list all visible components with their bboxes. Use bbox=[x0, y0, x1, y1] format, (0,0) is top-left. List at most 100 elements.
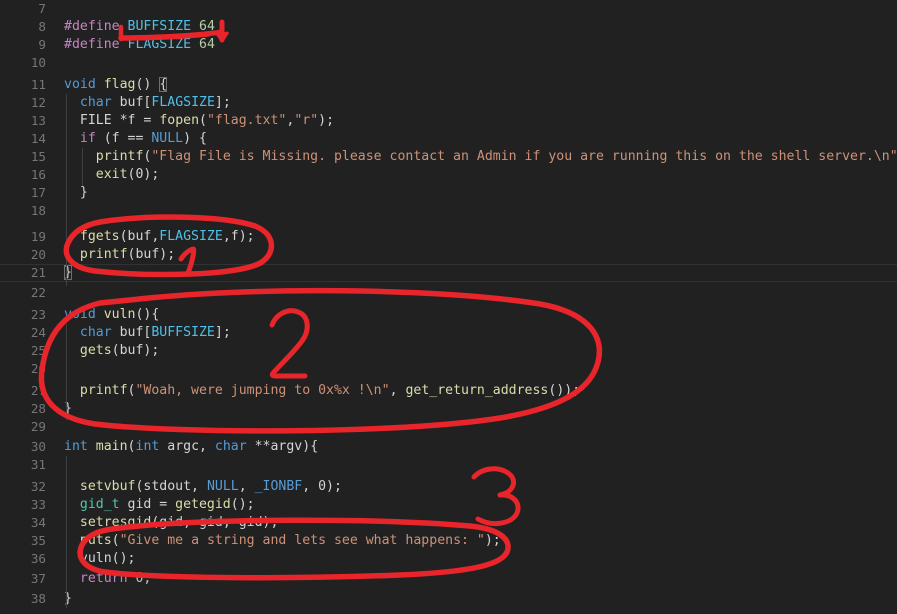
token-preprocessor: #define bbox=[64, 37, 120, 52]
code-line[interactable]: 24 char buf[BUFFSIZE]; bbox=[0, 324, 897, 342]
line-number: 26 bbox=[30, 361, 46, 376]
line-number: 36 bbox=[30, 551, 46, 566]
code-line[interactable]: 17 } bbox=[0, 184, 897, 202]
code-line[interactable]: 14 if (f == NULL) { bbox=[0, 130, 897, 148]
indent-guide bbox=[66, 94, 67, 286]
line-number: 27 bbox=[30, 383, 46, 398]
token-number-zero: 0; bbox=[127, 571, 152, 586]
token-function-gets: gets bbox=[79, 343, 112, 358]
token-assign: *f = bbox=[119, 113, 160, 128]
token-type-gidt: gid_t bbox=[79, 497, 120, 512]
line-number: 11 bbox=[30, 77, 46, 92]
line-number: 21 bbox=[30, 265, 46, 280]
token-function-flag: flag bbox=[103, 77, 136, 92]
line-content: #define BUFFSIZE 64 bbox=[64, 18, 897, 36]
token-string-mode: "r" bbox=[294, 113, 319, 128]
token-keyword-void: void bbox=[64, 307, 96, 322]
token-function-get-return-address: get_return_address bbox=[405, 383, 549, 398]
token-keyword-int: int bbox=[135, 439, 160, 454]
indent-guide bbox=[66, 456, 67, 608]
code-line[interactable]: 28 } bbox=[0, 400, 897, 418]
code-line[interactable]: 27 printf("Woah, were jumping to 0x%x !\… bbox=[0, 382, 897, 400]
token-function-setresgid: setresgid bbox=[79, 515, 152, 530]
indent-guide bbox=[82, 148, 83, 186]
code-line-current[interactable]: 21 } bbox=[0, 264, 897, 282]
line-number: 16 bbox=[30, 167, 46, 182]
line-content: printf(buf); bbox=[79, 247, 176, 262]
token-function-printf: printf bbox=[79, 247, 128, 262]
line-number: 8 bbox=[38, 19, 46, 34]
token-function-setvbuf: setvbuf bbox=[79, 479, 136, 494]
token-keyword-char: char bbox=[79, 95, 112, 110]
code-line[interactable]: 35 puts("Give me a string and lets see w… bbox=[0, 532, 897, 550]
line-number: 29 bbox=[30, 419, 46, 434]
line-content: fgets(buf,FLAGSIZE,f); bbox=[79, 229, 255, 244]
line-number: 15 bbox=[30, 149, 46, 164]
line-content: FILE *f = fopen("flag.txt","r"); bbox=[79, 113, 335, 128]
token-keyword-return: return bbox=[79, 571, 128, 586]
token-macro-flagsize: FLAGSIZE bbox=[151, 95, 215, 110]
code-line[interactable]: 31 bbox=[0, 456, 897, 474]
line-number: 22 bbox=[30, 285, 46, 300]
code-line[interactable]: 9 #define FLAGSIZE 64 bbox=[0, 36, 897, 54]
code-line[interactable]: 19 fgets(buf,FLAGSIZE,f); bbox=[0, 228, 897, 246]
token-string-missing: "Flag File is Missing. please contact an… bbox=[151, 149, 897, 164]
token-function-printf: printf bbox=[79, 383, 128, 398]
code-line[interactable]: 10 bbox=[0, 54, 897, 72]
token-function-vuln: vuln bbox=[103, 307, 136, 322]
token-macro-flagsize: FLAGSIZE bbox=[159, 229, 223, 244]
line-content: setvbuf(stdout, NULL, _IONBF, 0); bbox=[79, 479, 342, 494]
code-line[interactable]: 25 gets(buf); bbox=[0, 342, 897, 360]
line-content: gets(buf); bbox=[79, 343, 160, 358]
token-string-flagtxt: "flag.txt" bbox=[206, 113, 287, 128]
line-content: } bbox=[64, 590, 897, 608]
code-line[interactable]: 32 setvbuf(stdout, NULL, _IONBF, 0); bbox=[0, 478, 897, 496]
token-call-vuln: vuln bbox=[79, 551, 112, 566]
token-preprocessor: #define bbox=[64, 19, 120, 34]
code-line[interactable]: 29 bbox=[0, 418, 897, 436]
token-macro-buffsize: BUFFSIZE bbox=[151, 325, 215, 340]
token-open-brace-match: { bbox=[159, 77, 168, 92]
code-line[interactable]: 8 #define BUFFSIZE 64 bbox=[0, 18, 897, 36]
line-content: } bbox=[64, 264, 897, 282]
code-line[interactable]: 38 } bbox=[0, 590, 897, 608]
code-line[interactable]: 34 setresgid(gid, gid, gid); bbox=[0, 514, 897, 532]
line-content: puts("Give me a string and lets see what… bbox=[79, 533, 501, 548]
code-line[interactable]: 12 char buf[FLAGSIZE]; bbox=[0, 94, 897, 112]
code-line[interactable]: 30 int main(int argc, char **argv){ bbox=[0, 438, 897, 456]
token-string-givemeastring: "Give me a string and lets see what happ… bbox=[119, 533, 485, 548]
token-function-exit: exit bbox=[95, 167, 128, 182]
code-editor[interactable]: 7 8 #define BUFFSIZE 64 9 #define FLAGSI… bbox=[0, 0, 897, 614]
line-number: 7 bbox=[38, 1, 46, 16]
code-line[interactable]: 16 exit(0); bbox=[0, 166, 897, 184]
line-number: 18 bbox=[30, 203, 46, 218]
line-number: 38 bbox=[30, 591, 46, 606]
line-content: printf("Woah, were jumping to 0x%x !\n",… bbox=[79, 383, 581, 398]
token-type-file: FILE bbox=[79, 113, 112, 128]
code-line[interactable]: 18 bbox=[0, 202, 897, 220]
code-line[interactable]: 7 bbox=[0, 0, 897, 18]
line-number: 19 bbox=[30, 229, 46, 244]
line-number: 31 bbox=[30, 457, 46, 472]
line-number: 13 bbox=[30, 113, 46, 128]
code-line[interactable]: 13 FILE *f = fopen("flag.txt","r"); bbox=[0, 112, 897, 130]
code-line[interactable]: 36 vuln(); bbox=[0, 550, 897, 568]
code-line[interactable]: 11 void flag() { bbox=[0, 76, 897, 94]
line-content: void flag() { bbox=[64, 77, 168, 92]
code-line[interactable]: 37 return 0; bbox=[0, 570, 897, 588]
code-line[interactable]: 26 bbox=[0, 360, 897, 378]
token-number: 64 bbox=[199, 37, 215, 52]
token-keyword-char: char bbox=[214, 439, 247, 454]
code-line[interactable]: 33 gid_t gid = getegid(); bbox=[0, 496, 897, 514]
line-number: 33 bbox=[30, 497, 46, 512]
token-const-null: NULL bbox=[151, 131, 184, 146]
code-line[interactable]: 23 void vuln(){ bbox=[0, 306, 897, 324]
line-content: void vuln(){ bbox=[64, 307, 160, 322]
code-line[interactable]: 20 printf(buf); bbox=[0, 246, 897, 264]
token-const-null: NULL bbox=[206, 479, 239, 494]
line-content: int main(int argc, char **argv){ bbox=[64, 439, 319, 454]
line-number: 14 bbox=[30, 131, 46, 146]
code-line[interactable]: 15 printf("Flag File is Missing. please … bbox=[0, 148, 897, 166]
code-line[interactable]: 22 bbox=[0, 284, 897, 302]
line-content: #define FLAGSIZE 64 bbox=[64, 36, 897, 54]
